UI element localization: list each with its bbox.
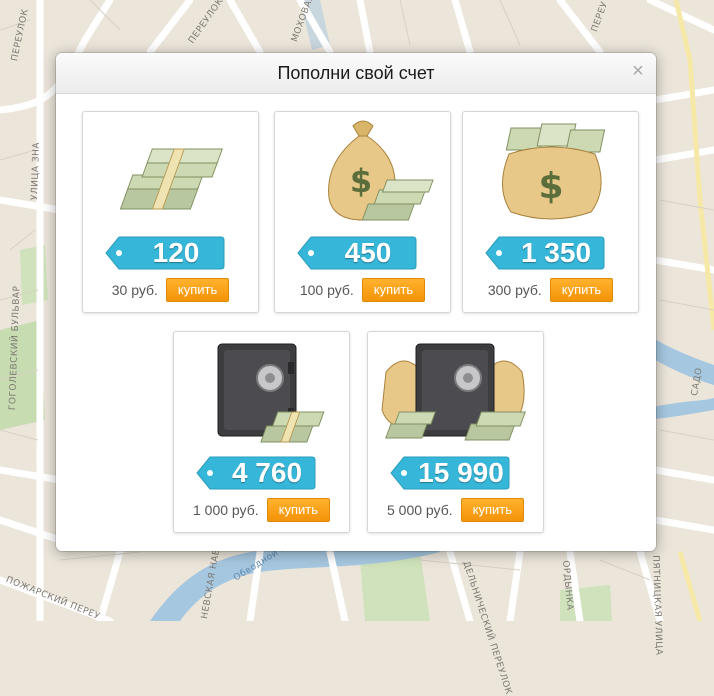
- price-row: 300 руб. купить: [463, 278, 638, 302]
- buy-button[interactable]: купить: [266, 498, 330, 522]
- price-label: 30 руб.: [111, 282, 158, 298]
- coins-tag: 120: [105, 235, 225, 271]
- buy-button[interactable]: купить: [361, 278, 426, 302]
- coins-amount: 15 990: [418, 457, 504, 488]
- package-card: 4 760 1 000 руб. купить: [173, 331, 350, 533]
- price-row: 30 руб. купить: [83, 278, 258, 302]
- buy-button[interactable]: купить: [549, 278, 614, 302]
- price-label: 100 руб.: [299, 282, 354, 298]
- map-street-label: УЛИЦА ЗНА: [30, 141, 43, 201]
- package-card: 120 30 руб. купить: [82, 111, 259, 313]
- dialog-title: Пополни свой счет: [277, 63, 435, 83]
- price-label: 300 руб.: [487, 282, 542, 298]
- coins-tag: 15 990: [390, 455, 510, 491]
- safe-with-bags-icon: [381, 343, 526, 441]
- cash-stack-icon: [119, 148, 223, 210]
- big-money-bag-icon: $: [502, 123, 606, 220]
- package-card: $ 450 100 руб. купить: [274, 111, 451, 313]
- topup-dialog: Пополни свой счет × 120 30 руб. купить $…: [56, 53, 656, 551]
- coins-tag: 4 760: [196, 455, 316, 491]
- money-bag-icon: $: [328, 120, 434, 221]
- price-label: 5 000 руб.: [387, 502, 453, 518]
- coins-tag: 1 350: [485, 235, 605, 271]
- close-icon[interactable]: ×: [628, 59, 648, 83]
- package-card: $ 1 350 300 руб. купить: [462, 111, 639, 313]
- svg-text:$: $: [538, 166, 563, 207]
- coins-tag: 450: [297, 235, 417, 271]
- safe-icon: [217, 343, 325, 443]
- package-card: 15 990 5 000 руб. купить: [367, 331, 544, 533]
- price-row: 1 000 руб. купить: [174, 498, 349, 522]
- coins-amount: 4 760: [231, 457, 303, 488]
- coins-amount: 1 350: [520, 237, 592, 268]
- price-label: 1 000 руб.: [193, 502, 259, 518]
- price-row: 100 руб. купить: [275, 278, 450, 302]
- price-row: 5 000 руб. купить: [368, 498, 543, 522]
- buy-button[interactable]: купить: [460, 498, 524, 522]
- buy-button[interactable]: купить: [165, 278, 230, 302]
- coins-amount: 450: [344, 237, 392, 268]
- svg-text:$: $: [350, 162, 372, 200]
- dialog-header: Пополни свой счет ×: [56, 53, 656, 94]
- coins-amount: 120: [152, 237, 200, 268]
